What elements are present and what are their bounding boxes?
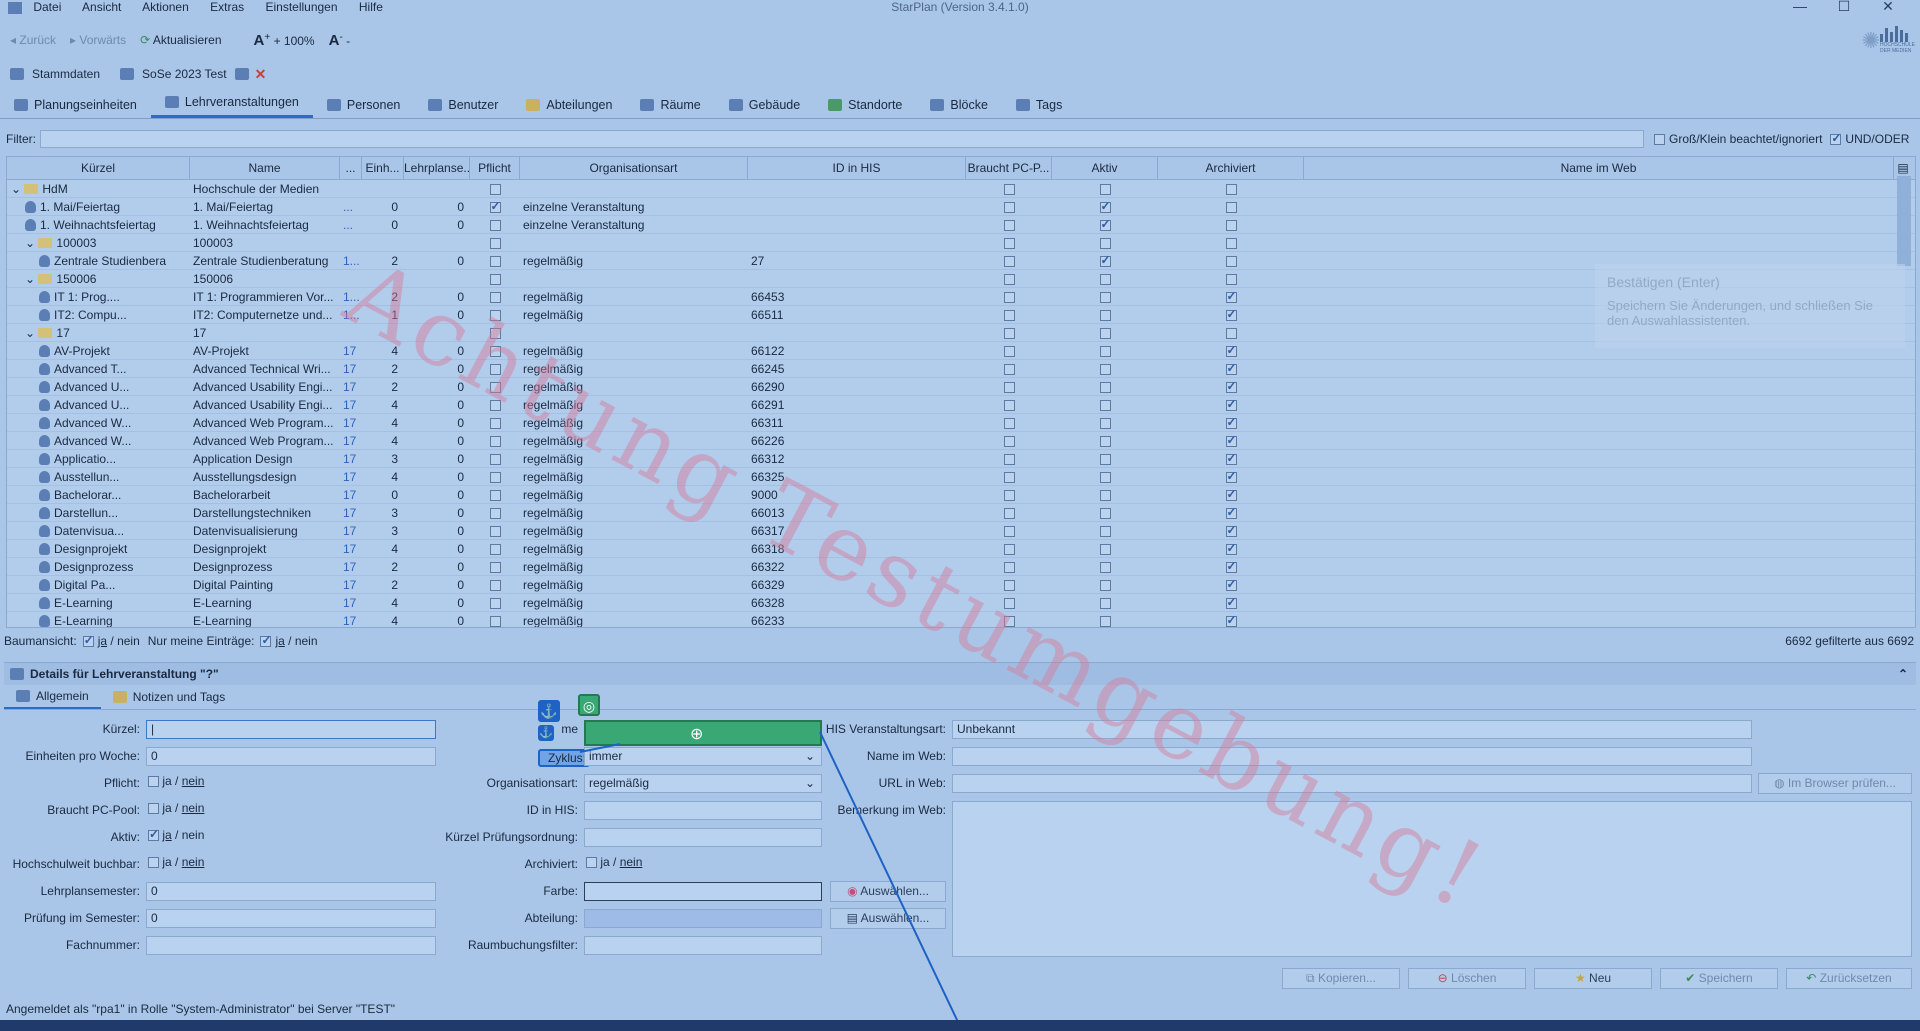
confirm-tooltip: Bestätigen (Enter) Speichern Sie Änderun…	[1595, 264, 1905, 348]
connector-line	[579, 731, 959, 1023]
tooltip-title: Bestätigen (Enter)	[1607, 274, 1720, 290]
status-bar: Angemeldet als "rpa1" in Rolle "System-A…	[6, 1002, 396, 1016]
tooltip-text: Speichern Sie Änderungen, und schließen …	[1607, 298, 1873, 328]
bottom-edge	[0, 1020, 1920, 1031]
